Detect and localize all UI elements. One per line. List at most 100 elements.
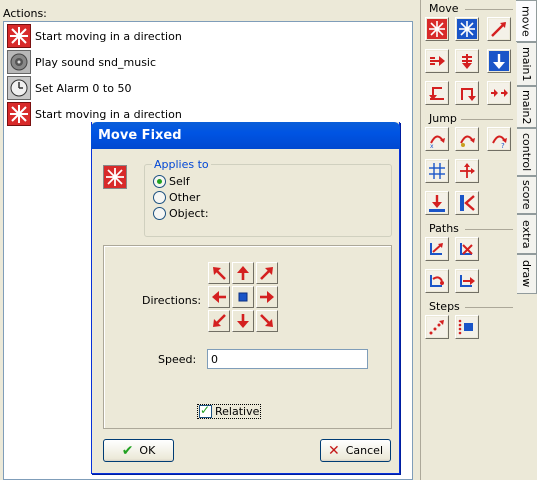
gravity-button[interactable] <box>487 49 511 73</box>
move-fixed-icon <box>103 165 127 189</box>
step-avoiding-button[interactable] <box>455 315 479 339</box>
actions-label: Actions: <box>3 7 47 20</box>
checkbox-box[interactable] <box>199 403 212 418</box>
direction-right-button[interactable] <box>256 286 278 308</box>
tab-draw[interactable]: draw <box>517 254 537 294</box>
applies-to-legend: Applies to <box>152 158 211 171</box>
friction-icon <box>489 83 509 103</box>
action-item[interactable]: Set Alarm 0 to 50 <box>7 76 131 100</box>
grid-icon <box>427 161 447 181</box>
direction-grid <box>208 262 280 334</box>
radio-button[interactable] <box>153 207 166 220</box>
end-path-icon <box>457 239 477 259</box>
tab-extra[interactable]: extra <box>517 214 537 254</box>
arrow-up-left-icon <box>213 267 226 280</box>
relative-checkbox[interactable]: Relative <box>196 403 262 419</box>
arrow-down-right-icon <box>260 314 273 327</box>
action-item[interactable]: Start moving in a direction <box>7 24 182 48</box>
direction-up-button[interactable] <box>232 262 254 284</box>
path-icon <box>427 239 447 259</box>
directions-label: Directions: <box>142 294 202 307</box>
jump-random-button[interactable]: ? <box>487 127 511 151</box>
speed-label: Speed: <box>158 353 197 366</box>
tab-main2[interactable]: main2 <box>517 86 537 128</box>
jump-to-start-button[interactable] <box>455 127 479 151</box>
speed-horizontal-button[interactable] <box>425 49 449 73</box>
bounce-button[interactable] <box>455 191 479 215</box>
step-towards-icon <box>427 317 447 337</box>
checkmark-icon: ✔ <box>121 442 134 459</box>
action-label: Start moving in a direction <box>35 107 182 121</box>
applies-to-group: Applies to Self Other Object: <box>144 158 392 237</box>
move-fixed-button[interactable] <box>425 17 449 41</box>
contact-icon <box>427 193 447 213</box>
step-towards-button[interactable] <box>425 315 449 339</box>
arrow-right-icon <box>260 291 274 303</box>
move-free-button[interactable] <box>455 17 479 41</box>
direction-down-button[interactable] <box>232 310 254 332</box>
move-towards-icon <box>489 19 509 39</box>
bounce-icon <box>457 193 477 213</box>
vertical-arrow-icon <box>457 51 477 71</box>
direction-down-right-button[interactable] <box>256 310 278 332</box>
action-library-panel: Move Jump x ? Paths Steps <box>420 0 517 480</box>
section-title-jump: Jump <box>429 112 457 125</box>
section-title-paths: Paths <box>429 222 459 235</box>
move-towards-button[interactable] <box>487 17 511 41</box>
reverse-vertical-button[interactable] <box>455 81 479 105</box>
path-speed-icon <box>457 271 477 291</box>
gravity-icon <box>489 51 509 71</box>
path-position-button[interactable] <box>425 269 449 293</box>
arrow-down-icon <box>237 314 249 328</box>
tab-main1[interactable]: main1 <box>517 42 537 86</box>
move-to-contact-button[interactable] <box>425 191 449 215</box>
radio-object[interactable]: Object: <box>153 207 209 220</box>
action-label: Play sound snd_music <box>35 55 157 69</box>
action-item[interactable]: Play sound snd_music <box>7 50 156 74</box>
end-path-button[interactable] <box>455 237 479 261</box>
step-avoid-icon <box>457 317 477 337</box>
radio-button[interactable] <box>153 191 166 204</box>
wrap-screen-button[interactable] <box>455 159 479 183</box>
set-path-button[interactable] <box>425 237 449 261</box>
tab-move[interactable]: move <box>516 0 537 42</box>
path-speed-button[interactable] <box>455 269 479 293</box>
wrap-icon <box>457 161 477 181</box>
close-icon: ✕ <box>328 442 340 459</box>
move-fixed-icon <box>7 24 31 48</box>
direction-up-right-button[interactable] <box>256 262 278 284</box>
radio-self[interactable]: Self <box>153 175 190 188</box>
snap-to-grid-button[interactable] <box>425 159 449 183</box>
arrow-up-right-icon <box>260 267 273 280</box>
action-label: Start moving in a direction <box>35 29 182 43</box>
direction-stop-button[interactable] <box>232 286 254 308</box>
jump-to-position-button[interactable]: x <box>425 127 449 151</box>
tab-control[interactable]: control <box>517 128 537 176</box>
arrow-left-icon <box>212 291 226 303</box>
move-fixed-icon <box>7 102 31 126</box>
speed-input[interactable] <box>207 349 368 369</box>
move-free-icon <box>457 19 477 39</box>
horizontal-arrow-icon <box>427 51 447 71</box>
direction-left-button[interactable] <box>208 286 230 308</box>
arrow-down-left-icon <box>213 314 226 327</box>
tab-score[interactable]: score <box>517 176 537 214</box>
direction-up-left-button[interactable] <box>208 262 230 284</box>
direction-down-left-button[interactable] <box>208 310 230 332</box>
radio-other[interactable]: Other <box>153 191 200 204</box>
path-position-icon <box>427 271 447 291</box>
action-label: Set Alarm 0 to 50 <box>35 81 132 95</box>
alarm-clock-icon <box>7 76 31 100</box>
dialog-titlebar[interactable]: Move Fixed <box>91 122 400 149</box>
jump-start-icon <box>457 129 477 149</box>
svg-text:x: x <box>430 143 434 149</box>
reverse-horizontal-button[interactable] <box>425 81 449 105</box>
ok-button[interactable]: ✔ OK <box>103 439 174 462</box>
radio-button[interactable] <box>153 175 166 188</box>
set-friction-button[interactable] <box>487 81 511 105</box>
cancel-button[interactable]: ✕ Cancel <box>320 439 391 462</box>
library-tabs: move main1 main2 control score extra dra… <box>516 0 537 480</box>
move-fixed-icon <box>427 19 447 39</box>
stop-square-icon <box>238 292 248 302</box>
speed-vertical-button[interactable] <box>455 49 479 73</box>
